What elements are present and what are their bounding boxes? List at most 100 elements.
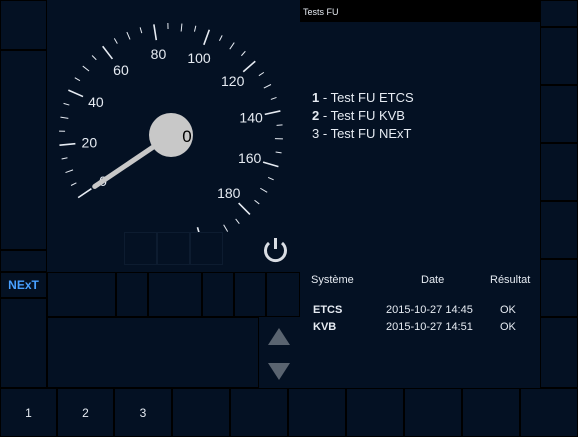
speed-tick bbox=[258, 71, 265, 77]
speed-scale-label: 180 bbox=[217, 185, 241, 201]
middle-panel bbox=[148, 272, 202, 317]
bottom-key-6[interactable] bbox=[288, 388, 346, 437]
middle-panel bbox=[202, 272, 234, 317]
right-button-6[interactable] bbox=[540, 259, 578, 317]
speed-value: 0 bbox=[182, 127, 191, 146]
speed-scale-label: 120 bbox=[221, 73, 245, 89]
speed-tick bbox=[229, 42, 235, 50]
message-area bbox=[47, 317, 259, 388]
speed-scale-label: 40 bbox=[88, 94, 104, 110]
menu-item-label: Test FU KVB bbox=[330, 108, 405, 123]
speed-tick bbox=[126, 31, 131, 40]
bottom-key-10[interactable] bbox=[520, 388, 578, 437]
right-button-3[interactable] bbox=[540, 85, 578, 143]
right-button-1[interactable] bbox=[540, 0, 578, 27]
speed-scale-label: 100 bbox=[187, 50, 211, 66]
speed-tick bbox=[270, 96, 277, 100]
bottom-key-5[interactable] bbox=[230, 388, 288, 437]
power-icon bbox=[264, 238, 287, 263]
row-date: 2015-10-27 14:51 bbox=[386, 321, 473, 333]
menu-item-label: Test FU ETCS bbox=[330, 90, 414, 105]
menu-item-separator: - bbox=[319, 126, 331, 141]
arrow-down-icon bbox=[268, 363, 290, 380]
left-panel-bottom bbox=[0, 298, 47, 388]
bottom-key-8[interactable] bbox=[404, 388, 462, 437]
row-result: OK bbox=[500, 304, 516, 316]
speed-tick bbox=[241, 50, 246, 57]
right-button-5[interactable] bbox=[540, 201, 578, 259]
right-button-2[interactable] bbox=[540, 27, 578, 85]
speed-tick bbox=[263, 84, 272, 89]
right-button-7[interactable] bbox=[540, 317, 578, 388]
speed-scale-label: 60 bbox=[113, 62, 129, 78]
middle-panel bbox=[266, 272, 300, 317]
speed-tick bbox=[63, 102, 70, 106]
middle-panel bbox=[47, 272, 116, 317]
row-system: ETCS bbox=[313, 304, 343, 316]
speed-tick bbox=[223, 224, 229, 232]
next-button[interactable]: NExT bbox=[0, 272, 47, 298]
speed-scale-label: 20 bbox=[82, 134, 98, 150]
scroll-up-button[interactable] bbox=[262, 322, 296, 352]
speed-tick bbox=[70, 182, 77, 186]
bottom-key-1[interactable]: 1 bbox=[0, 388, 57, 437]
speed-tick bbox=[82, 65, 90, 72]
speed-tick bbox=[264, 110, 281, 116]
middle-panel bbox=[234, 272, 266, 317]
speed-tick bbox=[153, 24, 158, 41]
arrow-up-icon bbox=[268, 328, 290, 345]
menu-item-test-kvb[interactable]: 2 - Test FU KVB bbox=[312, 108, 405, 123]
menu-item-separator: - bbox=[319, 90, 331, 105]
table-row: KVB 2015-10-27 14:51 OK bbox=[313, 321, 543, 335]
middle-panel bbox=[116, 272, 148, 317]
scroll-down-button[interactable] bbox=[262, 356, 296, 386]
speed-tick bbox=[60, 116, 69, 119]
speed-scale-label: 160 bbox=[238, 150, 262, 166]
speed-tick bbox=[102, 45, 114, 60]
speed-tick bbox=[235, 218, 240, 225]
speed-tick bbox=[242, 60, 256, 73]
menu-item-test-etcs[interactable]: 1 - Test FU ETCS bbox=[312, 90, 414, 105]
speed-tick bbox=[262, 161, 279, 168]
display-box-1 bbox=[124, 232, 157, 265]
speed-tick bbox=[193, 25, 197, 32]
column-header-date: Date bbox=[421, 274, 445, 286]
bottom-key-7[interactable] bbox=[346, 388, 404, 437]
speed-tick bbox=[74, 77, 81, 82]
speed-tick bbox=[238, 202, 251, 216]
bottom-key-3[interactable]: 3 bbox=[114, 388, 172, 437]
speed-tick bbox=[260, 187, 268, 193]
column-header-result: Résultat bbox=[490, 274, 531, 286]
menu-item-separator: - bbox=[319, 108, 331, 123]
bottom-key-9[interactable] bbox=[462, 388, 520, 437]
speedometer: 020406080100120140160180 0 bbox=[59, 23, 283, 243]
column-header-system: Système bbox=[311, 274, 354, 286]
left-panel-top bbox=[0, 0, 47, 50]
menu-item-label: Test FU NExT bbox=[330, 126, 412, 141]
title-bar: Tests FU bbox=[300, 0, 540, 22]
speed-tick bbox=[65, 169, 74, 174]
speed-tick bbox=[68, 89, 84, 98]
left-panel-upper bbox=[0, 50, 47, 250]
speed-tick bbox=[276, 124, 283, 126]
speed-tick bbox=[275, 151, 282, 154]
speed-tick bbox=[180, 23, 183, 32]
bottom-key-4[interactable] bbox=[172, 388, 230, 437]
display-box-3 bbox=[190, 232, 223, 265]
speed-tick bbox=[139, 27, 143, 34]
speed-tick bbox=[219, 35, 223, 41]
speed-tick bbox=[59, 142, 76, 146]
speed-tick bbox=[91, 55, 97, 61]
right-button-4[interactable] bbox=[540, 143, 578, 201]
bottom-key-2[interactable]: 2 bbox=[57, 388, 114, 437]
speed-tick bbox=[267, 176, 274, 181]
row-date: 2015-10-27 14:45 bbox=[386, 304, 473, 316]
display-box-2 bbox=[157, 232, 190, 265]
table-row: ETCS 2015-10-27 14:45 OK bbox=[313, 304, 543, 318]
speed-scale-label: 140 bbox=[239, 109, 263, 125]
menu-item-test-next[interactable]: 3 - Test FU NExT bbox=[312, 126, 411, 141]
power-button[interactable] bbox=[258, 232, 293, 267]
speed-tick bbox=[61, 157, 68, 160]
speed-tick bbox=[77, 188, 92, 199]
row-system: KVB bbox=[313, 321, 337, 333]
